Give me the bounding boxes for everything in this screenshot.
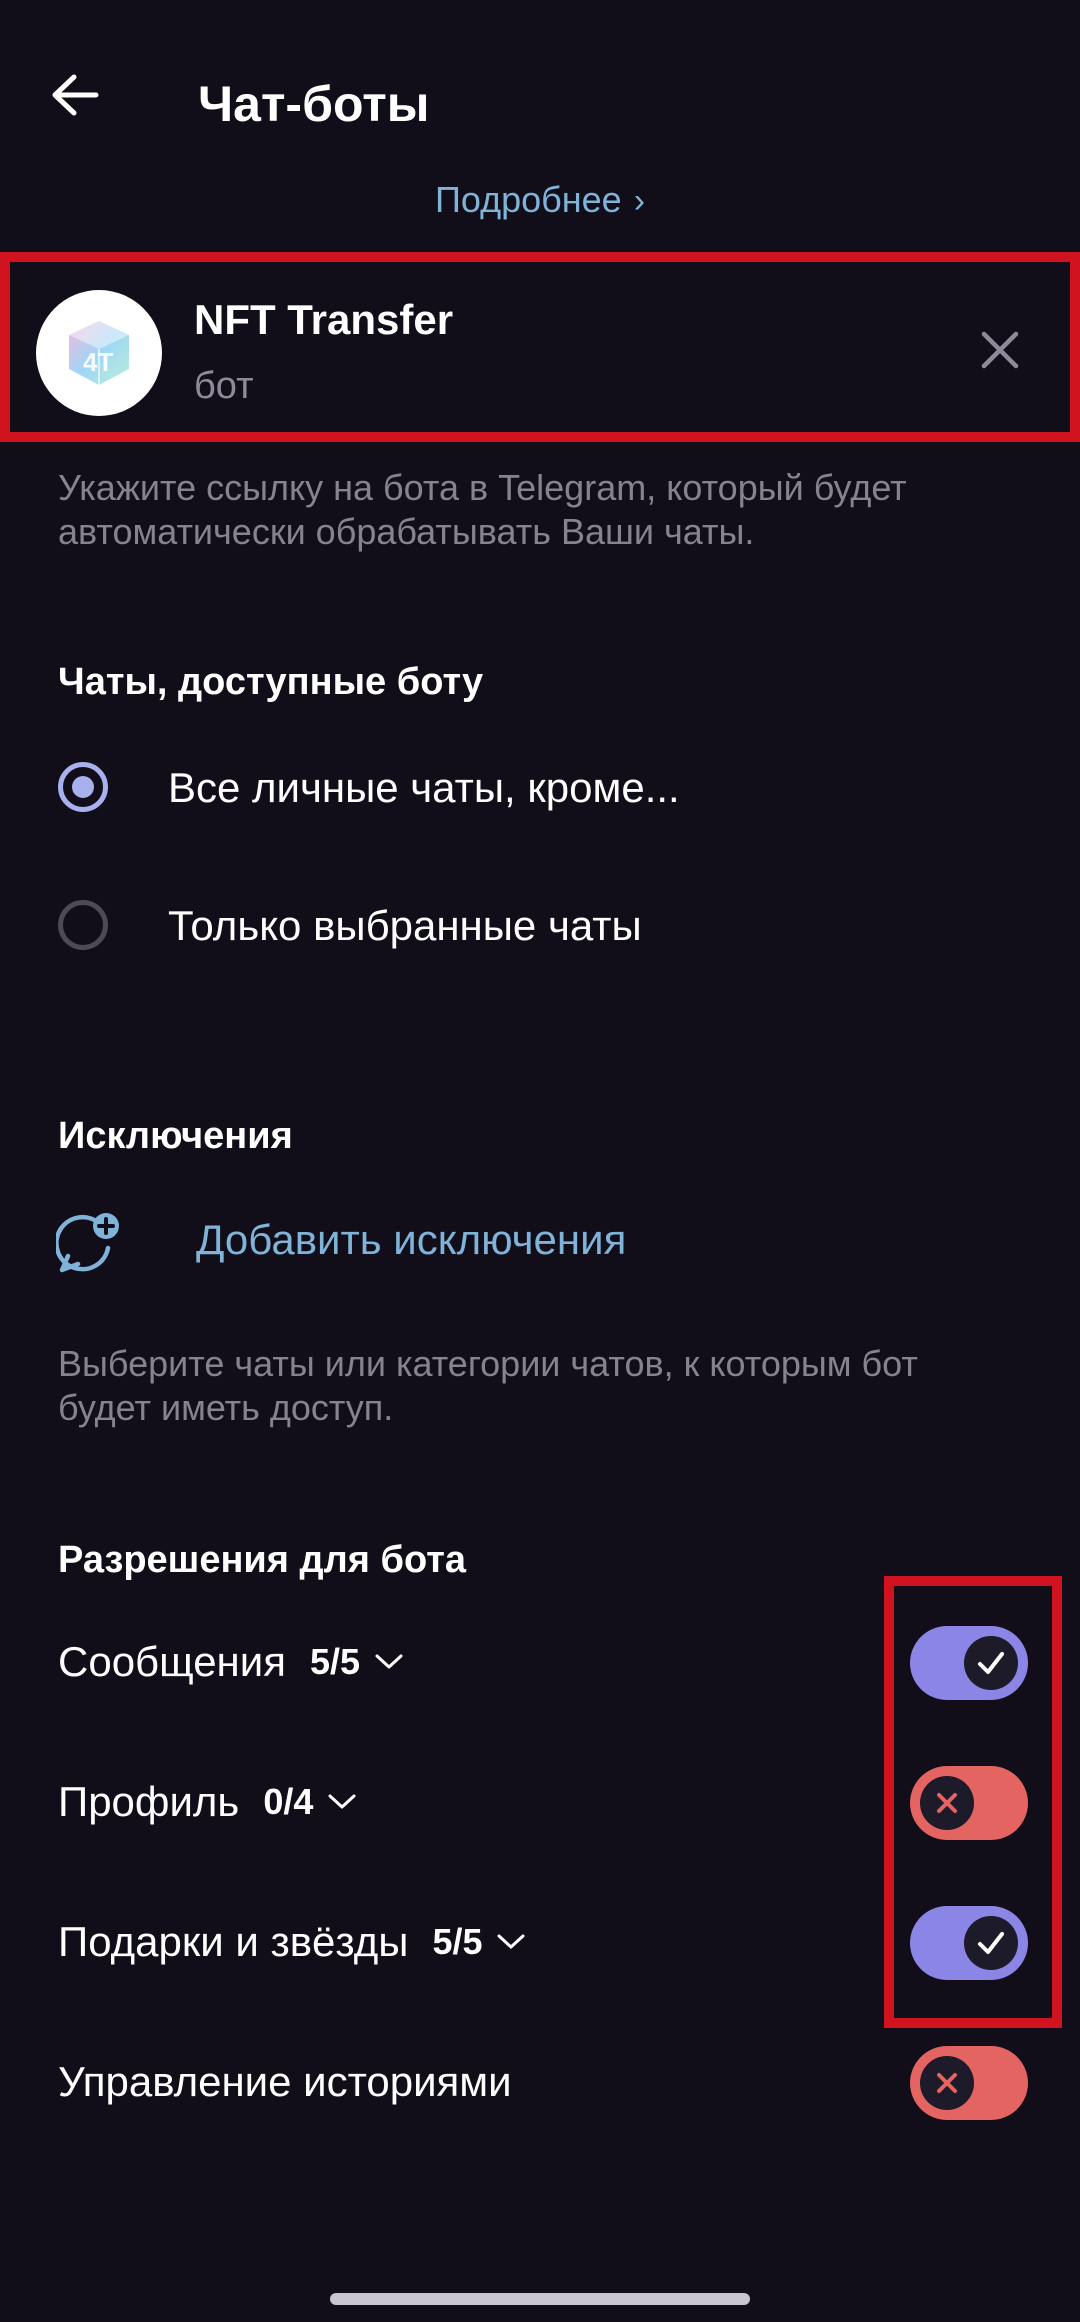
- page-title: Чат-боты: [198, 76, 430, 132]
- more-link-label: Подробнее: [434, 179, 622, 220]
- close-icon: [981, 331, 1019, 369]
- bot-card-highlight: [0, 252, 1080, 442]
- chevron-down-icon: [327, 1793, 357, 1811]
- chevron-right-icon: ›: [633, 182, 646, 220]
- permission-expand[interactable]: Профиль 0/4: [58, 1778, 357, 1826]
- bot-name: NFT Transfer: [194, 296, 454, 343]
- permission-row-profile: Профиль 0/4: [0, 1752, 1080, 1852]
- check-icon: [978, 1932, 1004, 1954]
- permission-count: 0/4: [263, 1781, 314, 1822]
- permission-count: 5/5: [432, 1921, 483, 1962]
- more-link[interactable]: Подробнее ›: [0, 178, 1080, 223]
- exceptions-hint: Выберите чаты или категории чатов, к кот…: [58, 1343, 918, 1428]
- arrow-left-icon: [52, 74, 99, 116]
- chats-section-title: Чаты, доступные боту: [58, 661, 484, 703]
- home-indicator[interactable]: [330, 2293, 750, 2305]
- chevron-down-icon: [496, 1933, 526, 1951]
- permission-label: Подарки и звёзды: [58, 1918, 409, 1965]
- permission-expand[interactable]: Сообщения 5/5: [58, 1638, 404, 1686]
- permission-row-gifts-stars: Подарки и звёзды 5/5: [0, 1892, 1080, 1992]
- permission-label: Управление историями: [58, 2058, 512, 2105]
- nft-cube-logo-icon: 4T: [69, 321, 129, 385]
- toggle-knob: [964, 1916, 1018, 1970]
- radio-selected-chats-only[interactable]: Только выбранные чаты: [0, 876, 1080, 976]
- exceptions-section-title: Исключения: [58, 1115, 293, 1157]
- radio-button-unselected: [58, 900, 108, 950]
- bot-hint: Укажите ссылку на бота в Telegram, котор…: [58, 467, 907, 552]
- permission-label: Сообщения: [58, 1638, 286, 1685]
- back-button[interactable]: [40, 60, 110, 130]
- toggle-knob: [920, 1776, 974, 1830]
- profile-toggle[interactable]: [910, 1766, 1028, 1840]
- add-exceptions-label: Добавить исключения: [196, 1216, 627, 1263]
- gifts-stars-toggle[interactable]: [910, 1906, 1028, 1980]
- messages-toggle[interactable]: [910, 1626, 1028, 1700]
- close-icon: [937, 2073, 957, 2093]
- svg-text:4T: 4T: [83, 347, 113, 377]
- permission-row-messages: Сообщения 5/5: [0, 1612, 1080, 1712]
- toggle-knob: [920, 2056, 974, 2110]
- toggle-knob: [964, 1636, 1018, 1690]
- permission-label: Профиль: [58, 1778, 240, 1825]
- permissions-section-title: Разрешения для бота: [58, 1539, 466, 1581]
- stories-toggle[interactable]: [910, 2046, 1028, 2120]
- permission-row-stories: Управление историями: [0, 2032, 1080, 2132]
- radio-label: Все личные чаты, кроме...: [168, 764, 680, 811]
- radio-label: Только выбранные чаты: [168, 902, 642, 949]
- radio-button-selected: [58, 762, 108, 812]
- permission-expand[interactable]: Подарки и звёзды 5/5: [58, 1918, 526, 1966]
- add-exceptions-button[interactable]: Добавить исключения: [0, 1190, 1080, 1290]
- close-icon: [937, 1793, 957, 1813]
- bot-subtitle: бот: [194, 365, 254, 407]
- bot-avatar: 4T: [36, 290, 162, 416]
- permission-count: 5/5: [309, 1641, 360, 1682]
- radio-all-private-chats[interactable]: Все личные чаты, кроме...: [0, 738, 1080, 838]
- check-icon: [978, 1652, 1004, 1674]
- permission-label-wrap: Управление историями: [58, 2058, 512, 2106]
- remove-bot-button[interactable]: [968, 318, 1032, 382]
- chevron-down-icon: [374, 1653, 404, 1671]
- chat-add-icon: [56, 1213, 119, 1273]
